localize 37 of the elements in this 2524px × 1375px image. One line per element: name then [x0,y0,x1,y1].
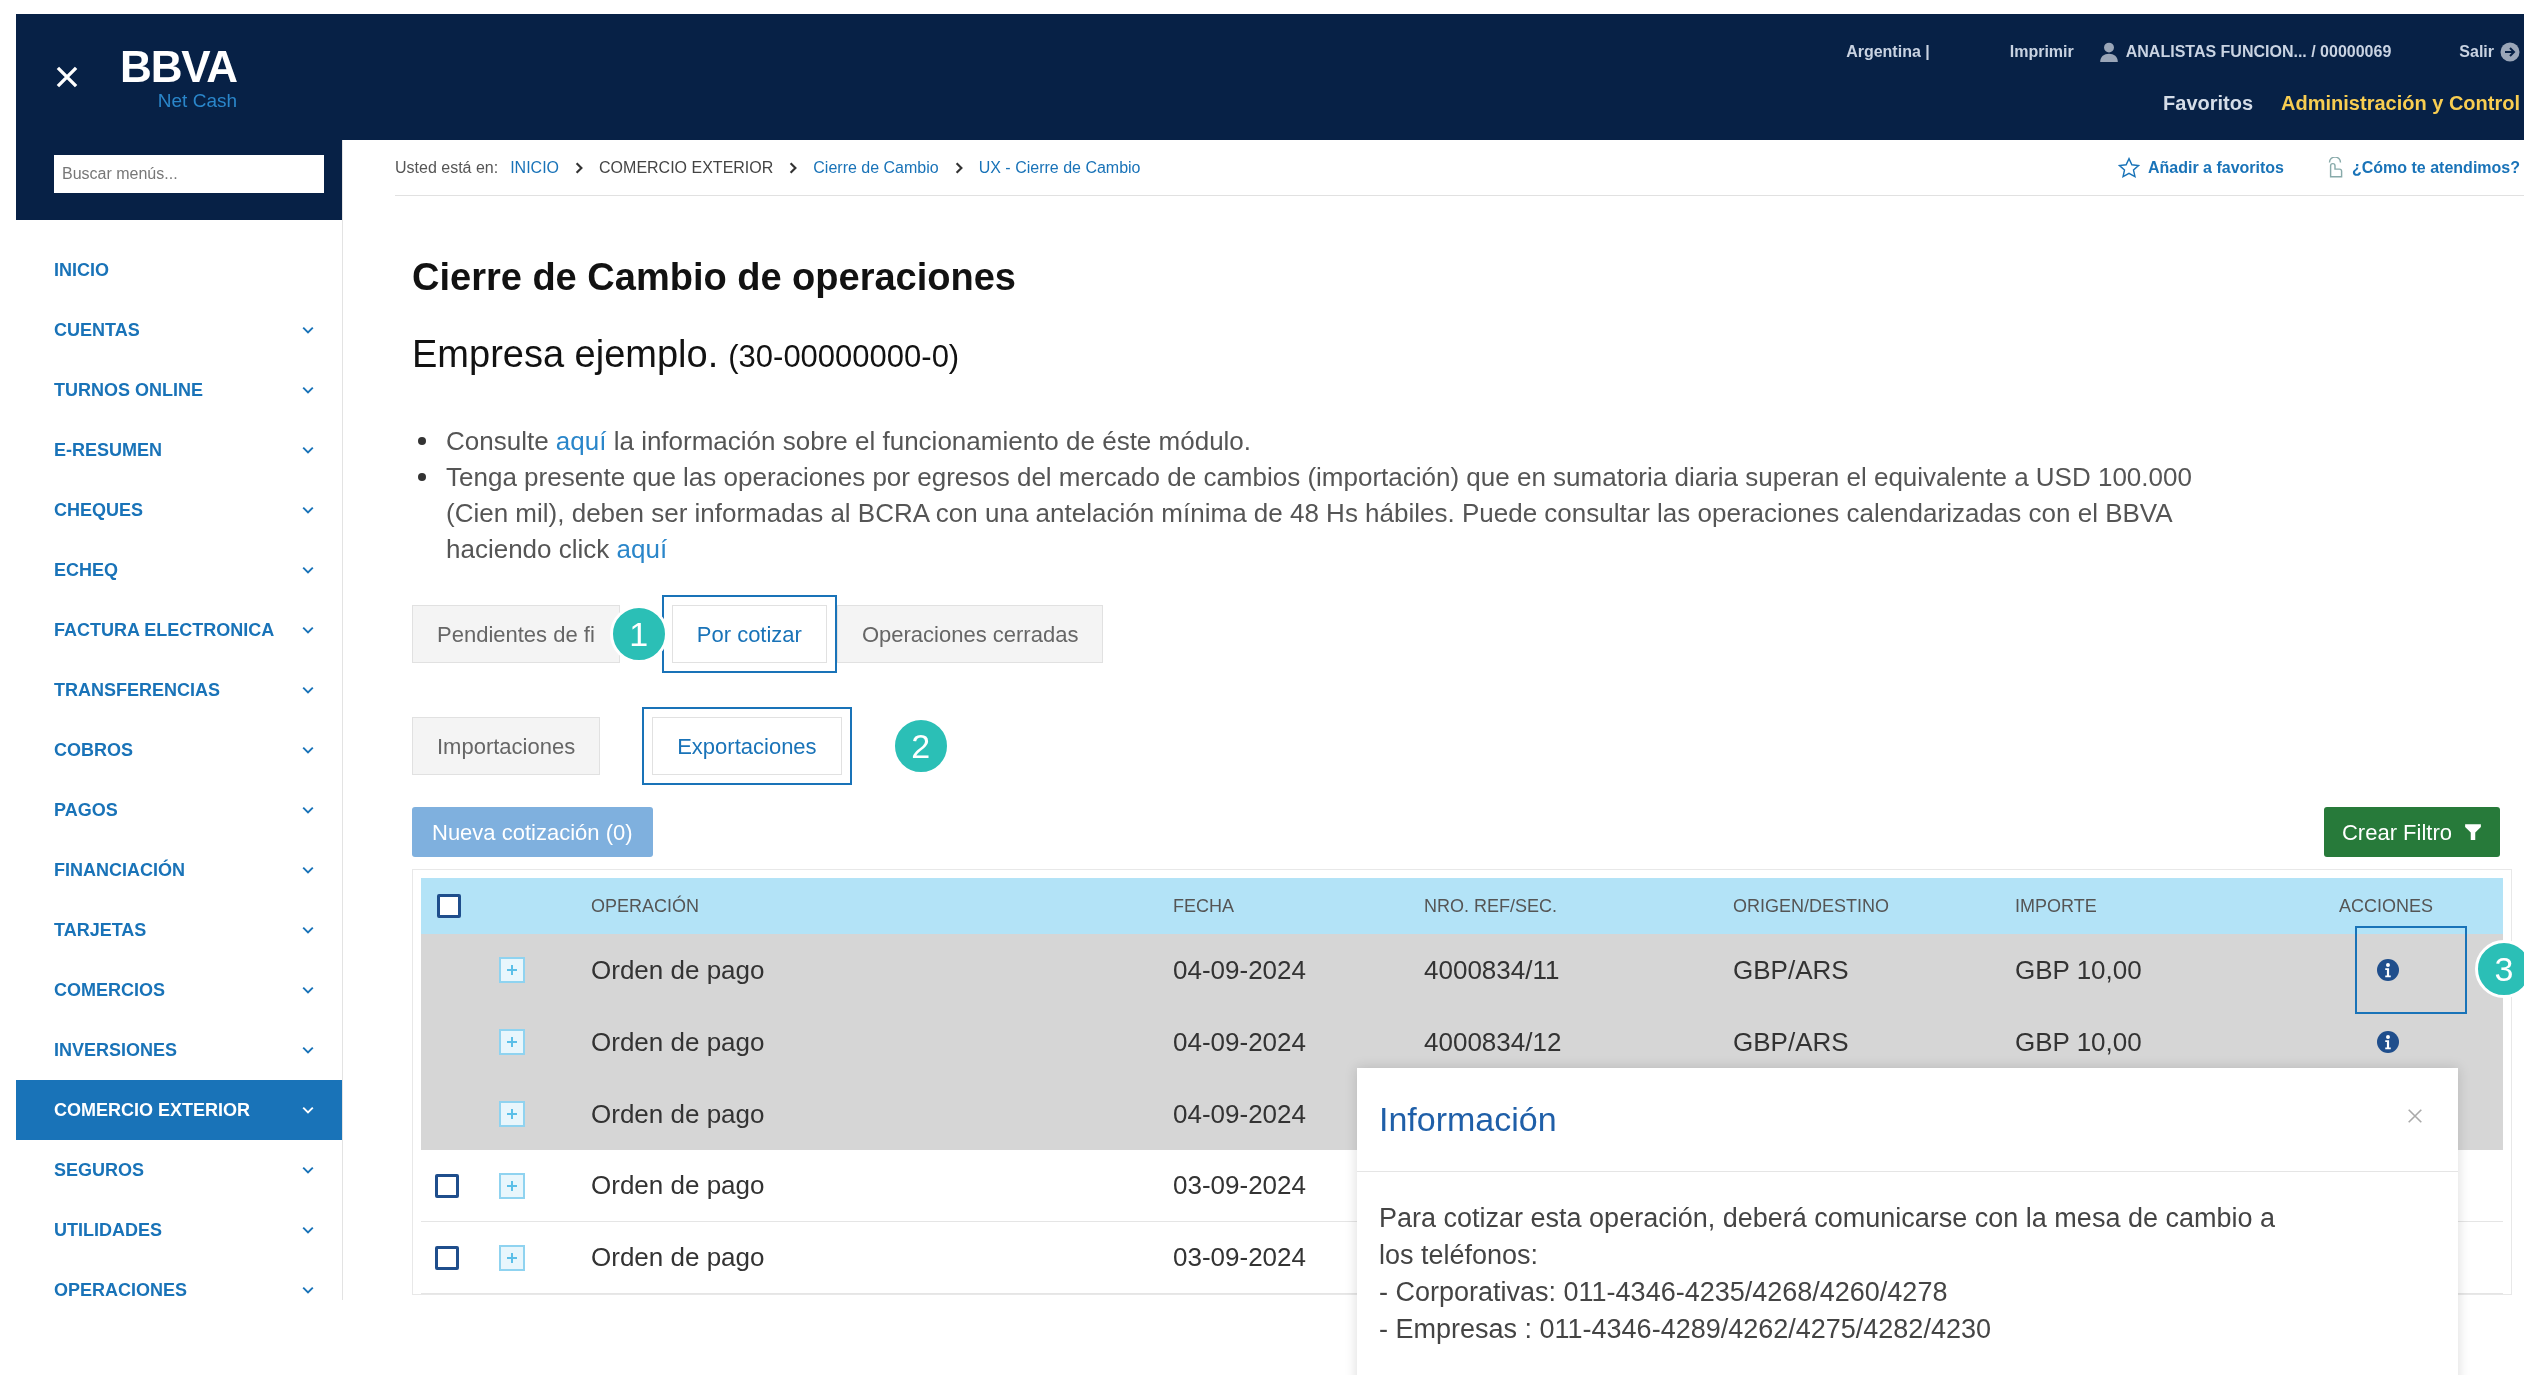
table-cell: 04-09-2024 [1173,1026,1306,1057]
step-marker: 1 [609,605,668,663]
dialog-text: - Corporativas: 011-4346-4235/4268/4260/4278 [1379,1276,1949,1309]
column-header: NRO. REF/SEC. [1424,895,1557,916]
table-cell: Orden de pago [591,1098,765,1129]
country-label: Argentina | [1846,42,1930,62]
column-header: ACCIONES [2338,894,2433,918]
table-cell: GBP/ARS [1733,954,1849,985]
table-cell: Orden de pago [591,954,765,985]
table-cell: GBP 10,00 [2015,954,2142,985]
user-name: ANALISTAS FUNCION... / 00000069 [2125,42,2392,62]
column-header: OPERACIÓN [591,895,700,916]
table-cell: 03-09-2024 [1173,1242,1306,1272]
table-cell: Orden de pago [591,1170,765,1200]
table-cell: Orden de pago [591,1242,765,1272]
company-id: (30-00000000-0) [728,338,960,376]
note-text: Tenga presente que las operaciones por egresos del mercado de cambios (importación) que en sumatoria diaria superan el equivalente a USD 100.000 (Cien mil), deben ser informadas al BCRA con una antelación mínima de 48 Hs hábiles. Puede consultar las operaciones calendarizadas con el BBVA haciendo click aquí [446,461,2193,566]
column-header: IMPORTE [2015,895,2097,916]
column-header: FECHA [1173,895,1234,916]
table-cell: 03-09-2024 [1173,1170,1306,1200]
brand-logo: BBVA [120,44,237,89]
table-cell: 04-09-2024 [1173,1098,1306,1129]
page-title: Cierre de Cambio de operaciones [412,258,1017,296]
table-cell: Orden de pago [591,1026,765,1057]
dialog-title: Información [1379,1099,1557,1140]
dialog-text: Para cotizar esta operación, deberá comunicarse con la mesa de cambio a los teléfonos: [1379,1202,2276,1272]
table-cell: 4000834/11 [1424,954,1560,985]
product-name: Net Cash [157,90,237,110]
breadcrumb-label: Usted está en: [395,157,499,178]
note-text: Consulte aquí la información sobre el funcionamiento de éste módulo. [446,425,1253,458]
table-cell: 4000834/12 [1424,1026,1562,1057]
table-cell: 04-09-2024 [1173,954,1306,985]
dialog-text: - Empresas : 011-4346-4289/4262/4275/4282/4230 [1379,1313,1992,1346]
column-header: ORIGEN/DESTINO [1733,895,1889,916]
table-cell: GBP/ARS [1733,1026,1849,1057]
table-cell: GBP 10,00 [2015,1026,2142,1057]
company-name: Empresa ejemplo. [412,332,719,377]
